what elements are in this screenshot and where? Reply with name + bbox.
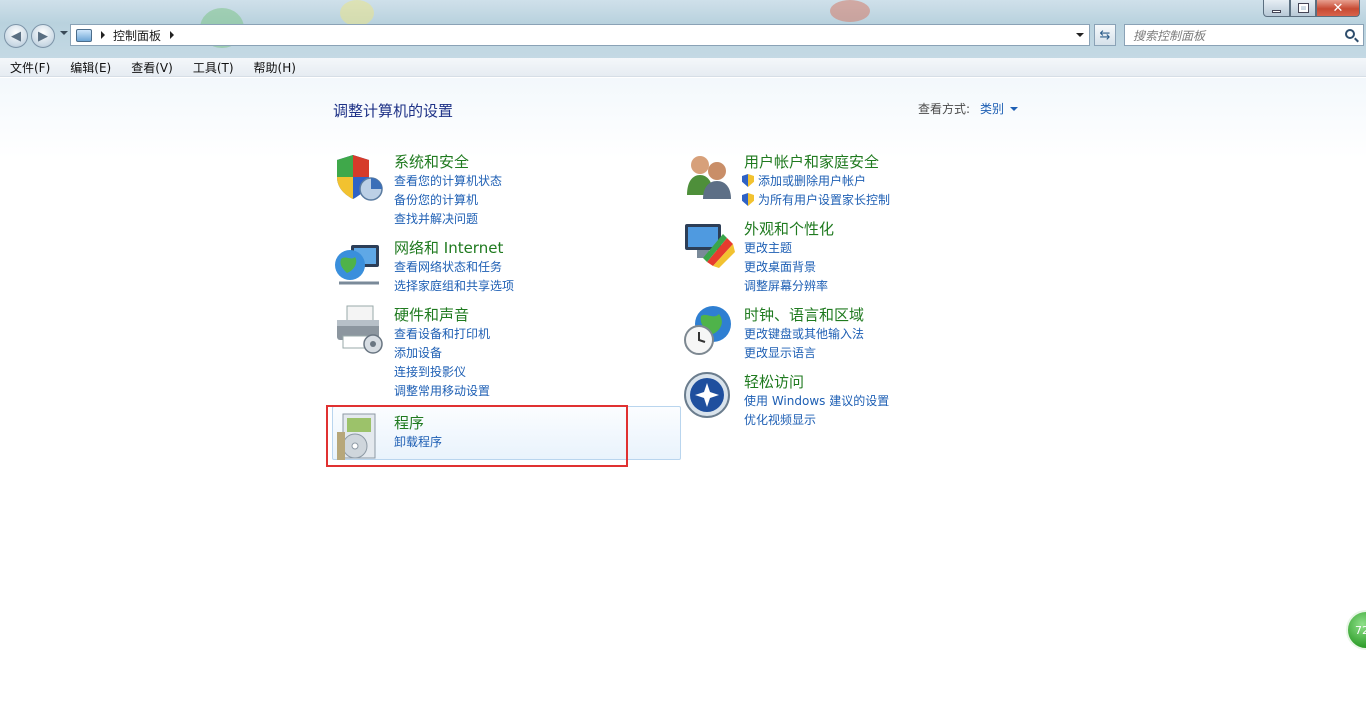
uac-shield-icon: [742, 174, 754, 187]
shield-icon[interactable]: [333, 151, 385, 203]
address-dropdown-icon[interactable]: [1076, 33, 1084, 37]
link-desktop-background[interactable]: 更改桌面背景: [744, 258, 828, 277]
users-icon[interactable]: [683, 151, 735, 203]
category-title[interactable]: 外观和个性化: [744, 218, 834, 239]
category-title[interactable]: 网络和 Internet: [394, 237, 503, 258]
close-button[interactable]: ✕: [1316, 0, 1360, 17]
category-links: 更改键盘或其他输入法 更改显示语言: [744, 325, 864, 363]
link-homegroup-sharing[interactable]: 选择家庭组和共享选项: [394, 277, 514, 296]
menu-tools[interactable]: 工具(T): [183, 59, 242, 76]
background-decoration: [830, 0, 870, 22]
link-label: 添加或删除用户帐户: [758, 174, 867, 188]
category-links: 查看您的计算机状态 备份您的计算机 查找并解决问题: [394, 172, 502, 229]
main-content: 调整计算机的设置 查看方式: 类别 系统和安全 查看您的计算机状态 备份您的计算…: [0, 78, 1366, 726]
view-by-dropdown[interactable]: 类别: [980, 100, 1004, 117]
globe-clock-icon[interactable]: [683, 304, 735, 356]
link-parental-controls[interactable]: 为所有用户设置家长控制: [742, 191, 890, 210]
control-panel-icon: [76, 28, 92, 42]
link-optimize-display[interactable]: 优化视频显示: [744, 411, 889, 430]
monitor-palette-icon[interactable]: [683, 218, 735, 270]
link-mobility-settings[interactable]: 调整常用移动设置: [394, 382, 490, 401]
programs-annotation-box: [326, 405, 628, 467]
printer-icon[interactable]: [333, 304, 385, 356]
ease-of-access-icon[interactable]: [683, 371, 735, 423]
title-bar: ✕ ◀ ▶ 控制面板 ⇆: [0, 0, 1366, 58]
search-box[interactable]: [1124, 24, 1364, 46]
breadcrumb-arrow-icon[interactable]: [101, 31, 105, 39]
category-links: 使用 Windows 建议的设置 优化视频显示: [744, 392, 889, 430]
link-add-device[interactable]: 添加设备: [394, 344, 490, 363]
link-devices-printers[interactable]: 查看设备和打印机: [394, 325, 490, 344]
menu-edit[interactable]: 编辑(E): [60, 59, 119, 76]
link-backup-computer[interactable]: 备份您的计算机: [394, 191, 502, 210]
refresh-icon: ⇆: [1099, 27, 1111, 43]
link-windows-recommended-settings[interactable]: 使用 Windows 建议的设置: [744, 392, 889, 411]
view-by: 查看方式: 类别: [918, 100, 1019, 117]
forward-arrow-icon: ▶: [38, 28, 48, 44]
search-input[interactable]: [1125, 26, 1335, 46]
chevron-down-icon[interactable]: [1010, 106, 1019, 111]
link-display-language[interactable]: 更改显示语言: [744, 344, 864, 363]
link-network-status[interactable]: 查看网络状态和任务: [394, 258, 514, 277]
breadcrumb-arrow-icon[interactable]: [170, 31, 175, 39]
link-add-remove-accounts[interactable]: 添加或删除用户帐户: [742, 172, 890, 191]
category-links: 添加或删除用户帐户 为所有用户设置家长控制: [742, 172, 890, 210]
view-by-label: 查看方式:: [918, 102, 971, 116]
back-arrow-icon: ◀: [11, 28, 21, 44]
address-bar[interactable]: 控制面板: [70, 24, 1090, 46]
recent-pages-dropdown[interactable]: [60, 31, 68, 35]
link-keyboard-input[interactable]: 更改键盘或其他输入法: [744, 325, 864, 344]
minimize-button[interactable]: [1263, 0, 1290, 17]
link-screen-resolution[interactable]: 调整屏幕分辨率: [744, 277, 828, 296]
category-title[interactable]: 系统和安全: [394, 151, 469, 172]
breadcrumb-control-panel[interactable]: 控制面板: [113, 27, 161, 44]
link-connect-projector[interactable]: 连接到投影仪: [394, 363, 490, 382]
close-icon: ✕: [1332, 0, 1344, 16]
link-view-computer-status[interactable]: 查看您的计算机状态: [394, 172, 502, 191]
minimize-icon: [1272, 9, 1281, 13]
search-icon[interactable]: [1345, 29, 1355, 39]
category-links: 查看网络状态和任务 选择家庭组和共享选项: [394, 258, 514, 296]
maximize-icon: [1297, 3, 1309, 13]
maximize-button[interactable]: [1290, 0, 1316, 17]
refresh-button[interactable]: ⇆: [1094, 24, 1116, 46]
category-title[interactable]: 用户帐户和家庭安全: [744, 151, 879, 172]
category-title[interactable]: 硬件和声音: [394, 304, 469, 325]
link-label: 为所有用户设置家长控制: [758, 193, 891, 207]
window-controls: ✕: [1263, 0, 1360, 17]
menu-bar: 文件(F) 编辑(E) 查看(V) 工具(T) 帮助(H): [0, 58, 1366, 77]
back-button[interactable]: ◀: [4, 24, 28, 48]
category-links: 查看设备和打印机 添加设备 连接到投影仪 调整常用移动设置: [394, 325, 490, 401]
link-change-theme[interactable]: 更改主题: [744, 239, 828, 258]
category-title[interactable]: 时钟、语言和区域: [744, 304, 864, 325]
menu-file[interactable]: 文件(F): [0, 59, 58, 76]
forward-button[interactable]: ▶: [31, 24, 55, 48]
category-title[interactable]: 轻松访问: [744, 371, 804, 392]
background-decoration: [340, 0, 374, 26]
link-troubleshoot[interactable]: 查找并解决问题: [394, 210, 502, 229]
uac-shield-icon: [742, 193, 754, 206]
network-globe-icon[interactable]: [333, 237, 385, 289]
floating-badge[interactable]: 72: [1346, 610, 1366, 650]
menu-view[interactable]: 查看(V): [121, 59, 181, 76]
menu-help[interactable]: 帮助(H): [244, 59, 304, 76]
page-title: 调整计算机的设置: [333, 102, 454, 120]
category-links: 更改主题 更改桌面背景 调整屏幕分辨率: [744, 239, 828, 296]
